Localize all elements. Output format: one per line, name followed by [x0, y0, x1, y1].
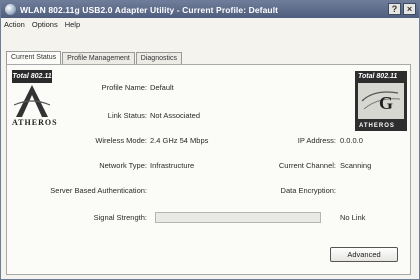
data-encryption-label: Data Encryption:: [280, 186, 336, 195]
close-button[interactable]: ×: [403, 3, 416, 15]
window-title: WLAN 802.11g USB2.0 Adapter Utility - Cu…: [20, 4, 279, 15]
g-letter: G: [379, 93, 394, 113]
advanced-button[interactable]: Advanced: [330, 247, 398, 262]
wireless-mode-value: 2.4 GHz 54 Mbps: [150, 136, 209, 145]
link-status-value: Not Associated: [150, 111, 201, 120]
signal-strength-label: Signal Strength:: [93, 213, 147, 222]
atheros-a-icon: [13, 85, 51, 117]
current-channel-label: Current Channel:: [278, 161, 336, 170]
help-button[interactable]: ?: [388, 3, 401, 15]
menu-options[interactable]: Options: [32, 20, 58, 29]
app-icon: [5, 4, 16, 15]
total-80211-g-badge: Total 802.11: [358, 73, 398, 80]
ip-address-label: IP Address:: [297, 136, 336, 145]
server-auth-label: Server Based Authentication:: [50, 186, 147, 195]
link-status-label: Link Status:: [107, 111, 147, 120]
tab-current-status[interactable]: Current Status: [6, 51, 62, 64]
network-type-label: Network Type:: [99, 161, 147, 170]
total-80211-badge: Total 802.11: [12, 70, 52, 83]
current-channel-value: Scanning: [340, 161, 372, 170]
tab-diagnostics[interactable]: Diagnostics: [135, 52, 182, 64]
profile-name-label: Profile Name:: [101, 83, 147, 92]
ip-address-value: 0.0.0.0: [340, 136, 363, 145]
menu-help[interactable]: Help: [65, 20, 80, 29]
atheros-wordmark-right: ATHEROS: [359, 123, 395, 129]
tab-strip: Current Status Profile Management Diagno…: [6, 51, 183, 64]
menu-bar: Action Options Help: [1, 18, 419, 30]
atheros-logo-right: Total 802.11 G ATHEROS: [355, 71, 407, 131]
network-type-value: Infrastructure: [150, 161, 195, 170]
atheros-logo-left: Total 802.11 ATHEROS: [12, 70, 66, 130]
signal-strength-text: No Link: [340, 213, 366, 222]
wireless-mode-label: Wireless Mode:: [95, 136, 147, 145]
profile-name-value: Default: [150, 83, 174, 92]
signal-strength-bar: [155, 212, 321, 223]
tab-profile-management[interactable]: Profile Management: [62, 52, 135, 64]
atheros-wordmark: ATHEROS: [12, 118, 58, 127]
menu-action[interactable]: Action: [4, 20, 25, 29]
title-bar[interactable]: WLAN 802.11g USB2.0 Adapter Utility - Cu…: [1, 1, 419, 18]
